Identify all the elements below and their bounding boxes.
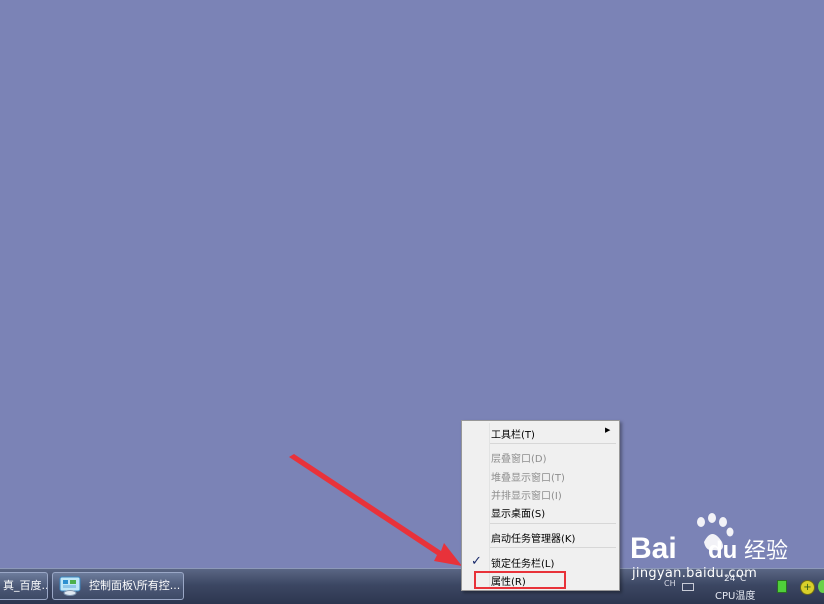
- menu-separator: [490, 547, 616, 548]
- watermark-url: jingyan.baidu.com: [632, 566, 758, 581]
- watermark-logo-du: du: [708, 537, 737, 564]
- control-panel-icon: [59, 576, 81, 596]
- menu-item-cascade[interactable]: 层叠窗口(D): [491, 450, 547, 465]
- checkmark-icon: ✓: [471, 554, 482, 569]
- menu-separator: [490, 523, 616, 524]
- menu-gutter-divider: [489, 423, 490, 588]
- submenu-arrow-icon: ▶: [605, 426, 611, 434]
- keyboard-icon[interactable]: [682, 583, 694, 591]
- taskbar-button-label: 真_百度...: [3, 579, 48, 592]
- cpu-temperature-label: CPU温度: [715, 591, 756, 602]
- taskbar-button-baidu[interactable]: 真_百度...: [0, 572, 48, 600]
- menu-item-lock-taskbar[interactable]: 锁定任务栏(L): [491, 555, 554, 570]
- taskbar-button-control-panel[interactable]: 控制面板\所有控...: [52, 572, 184, 600]
- network-icon[interactable]: +: [800, 580, 815, 595]
- menu-item-show-desktop[interactable]: 显示桌面(S): [491, 505, 545, 520]
- menu-item-task-manager[interactable]: 启动任务管理器(K): [491, 530, 575, 545]
- taskbar-button-label: 控制面板\所有控...: [89, 579, 181, 592]
- menu-item-stacked[interactable]: 堆叠显示窗口(T): [491, 469, 565, 484]
- taskbar-context-menu[interactable]: 工具栏(T) ▶ 层叠窗口(D) 堆叠显示窗口(T) 并排显示窗口(I) 显示桌…: [461, 420, 620, 591]
- tray-app-icon[interactable]: [818, 580, 824, 593]
- menu-separator: [490, 443, 616, 444]
- watermark-suffix: 经验: [744, 539, 788, 564]
- menu-item-toolbars[interactable]: 工具栏(T): [491, 426, 535, 441]
- menu-item-side-by-side[interactable]: 并排显示窗口(I): [491, 487, 562, 502]
- properties-highlight-box: [474, 571, 566, 589]
- watermark-logo-bai: Bai: [630, 532, 677, 565]
